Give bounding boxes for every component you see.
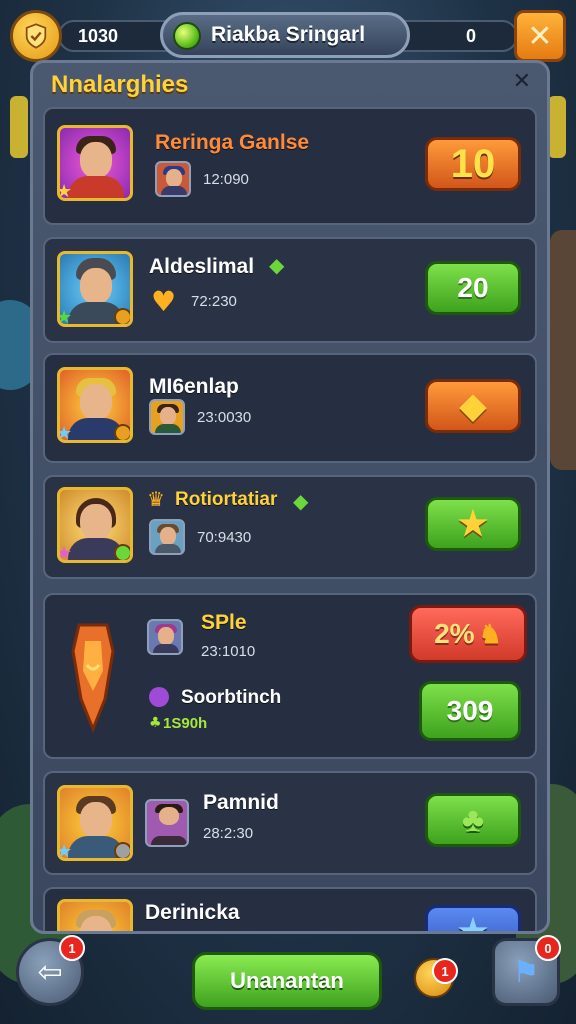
side-tab-left [10,96,28,158]
avatar: ★ [57,125,133,201]
shield-button[interactable] [10,10,62,62]
shield-icon [25,23,47,49]
back-arrow-icon: ⇦ [37,954,63,990]
avatar [57,899,133,931]
coin-button[interactable]: 1 [414,958,458,998]
avatar: ★ [57,251,133,327]
leaderboard-panel: Nnalarghies ✕ ★ Reringa Ganlse 12:090 10… [30,60,550,934]
mini-avatar [149,399,185,435]
score-value: 10 [450,141,496,186]
side-tab-right [548,96,566,158]
bottom-bar: ⇦ 1 Unanantan 1 ⚑ 0 [0,934,576,1024]
avatar: ★ [57,785,133,861]
player-name: Rotiortatiar [175,489,278,510]
player-name: Reringa Ganlse [155,131,310,154]
gem-icon: ◆ [269,253,285,277]
star-icon: ★ [57,307,73,327]
action-button[interactable]: ★ [425,905,521,934]
background-decoration [550,230,576,470]
close-button[interactable]: ✕ [514,10,566,62]
flag-icon: ⚑ [512,954,540,990]
player-name: MI6enlap [149,375,239,398]
time-label: 70:9430 [197,529,252,546]
panel-close-icon[interactable]: ✕ [513,69,531,94]
list-item[interactable]: ★ ♛ Rotiortatiar ◆ 70:9430 ★ [43,475,537,579]
star-icon: ★ [57,423,73,443]
heart-icon: ♥ [151,285,177,318]
coin-icon [114,544,130,560]
secondary-name: Soorbtinch [181,687,282,708]
star-icon: ★ [57,841,73,861]
avatar: ★ [57,487,133,563]
gem-icon [173,22,201,50]
time-label: 72:230 [191,293,237,310]
trophy-icon [71,623,115,733]
notification-badge: 0 [535,935,561,961]
panel-title: Nnalarghies [51,71,189,98]
currency-value: 1030 [78,25,119,46]
list-item[interactable]: ★ Pamnid 28:2:30 ♣ [43,771,537,875]
score-button[interactable]: 2% ♞ [409,605,527,663]
score-value: 20 [457,272,489,303]
mini-avatar [155,161,191,197]
back-button[interactable]: ⇦ 1 [16,935,85,1006]
mini-avatar [145,799,189,847]
list-item[interactable]: ★ Reringa Ganlse 12:090 10 [43,107,537,225]
title-text: Riakba Sringarl [211,23,366,46]
score-value: 309 [446,695,494,726]
mini-avatar [149,519,185,555]
time-label: 28:2:30 [203,825,254,842]
player-name: Aldeslimal [149,255,255,278]
gem-icon: ◆ [459,387,487,425]
star-icon: ★ [57,181,73,201]
crown-icon: ♛ [147,487,165,511]
coin-icon [114,842,130,858]
title-banner: Riakba Sringarl [160,12,410,58]
leaf-icon: ♣ [149,715,162,731]
notification-badge: 1 [59,935,85,961]
list-item[interactable]: SPle 23:1010 2% ♞ Soorbtinch ♣ 1S90h 309 [43,593,537,759]
score-value: 2% [434,618,475,649]
orb-icon [149,687,169,707]
coin-icon [114,308,130,324]
time-label: 1S90h [163,715,208,732]
avatar: ★ [57,367,133,443]
list-item[interactable]: Derinicka ★ [43,887,537,934]
mini-avatar [147,619,183,655]
score-button[interactable]: 10 [425,137,521,191]
lion-icon: ♞ [478,618,502,649]
time-label: 23:0030 [197,409,252,426]
coin-icon [114,424,130,440]
score-button[interactable]: 20 [425,261,521,315]
player-name: SPle [201,611,247,634]
close-icon: ✕ [527,18,553,54]
map-button[interactable]: ⚑ 0 [492,935,561,1006]
action-button[interactable]: ◆ [425,379,521,433]
notification-badge: 1 [432,958,458,984]
action-button[interactable]: ♣ [425,793,521,847]
list-item[interactable]: ★ MI6enlap 23:0030 ◆ [43,353,537,463]
top-bar: 1030 0 Riakba Sringarl ✕ [10,10,566,62]
leaf-icon: ♣ [461,800,485,839]
player-name: Pamnid [203,791,279,814]
gem-icon: ◆ [293,489,309,513]
time-label: 23:1010 [201,643,256,660]
main-action-label: Unanantan [230,968,344,993]
list-item[interactable]: ★ Aldeslimal ◆ ♥ 72:230 20 [43,237,537,343]
score-button[interactable]: 309 [419,681,521,741]
secondary-value: 0 [465,25,476,46]
star-icon: ★ [57,543,73,563]
star-icon: ★ [457,505,489,543]
player-name: Derinicka [145,901,240,924]
main-action-button[interactable]: Unanantan [192,952,382,1010]
time-label: 12:090 [203,171,249,188]
star-icon: ★ [457,913,489,934]
action-button[interactable]: ★ [425,497,521,551]
